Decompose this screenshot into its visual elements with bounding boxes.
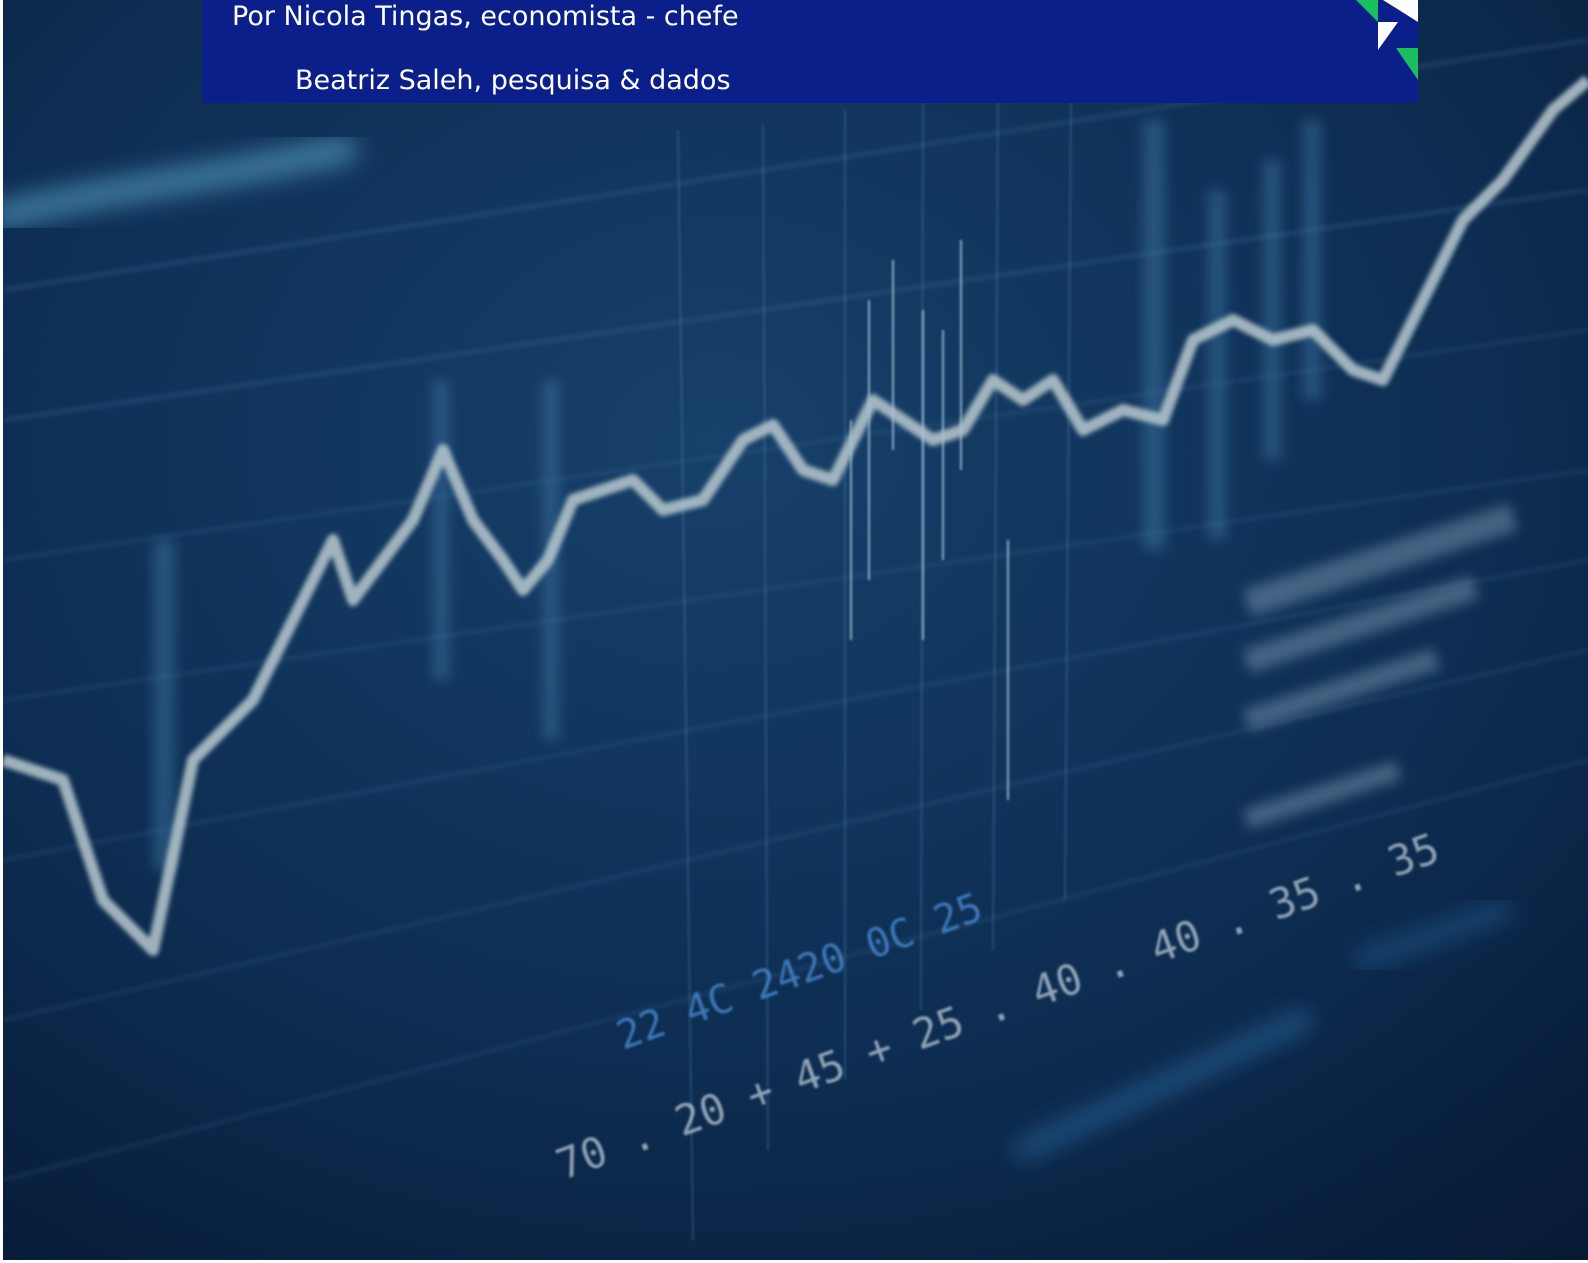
financial-chart-photo: 22 4C 2420 0C 25 70 . 20 + 45 + 25 . 40 … xyxy=(3,0,1588,1260)
brand-logo-icon xyxy=(1338,0,1418,80)
byline-banner: Por Nicola Tingas, economista - chefe Be… xyxy=(202,0,1418,103)
contributor-byline: Beatriz Saleh, pesquisa & dados xyxy=(295,65,731,96)
author-byline: Por Nicola Tingas, economista - chefe xyxy=(232,1,739,32)
